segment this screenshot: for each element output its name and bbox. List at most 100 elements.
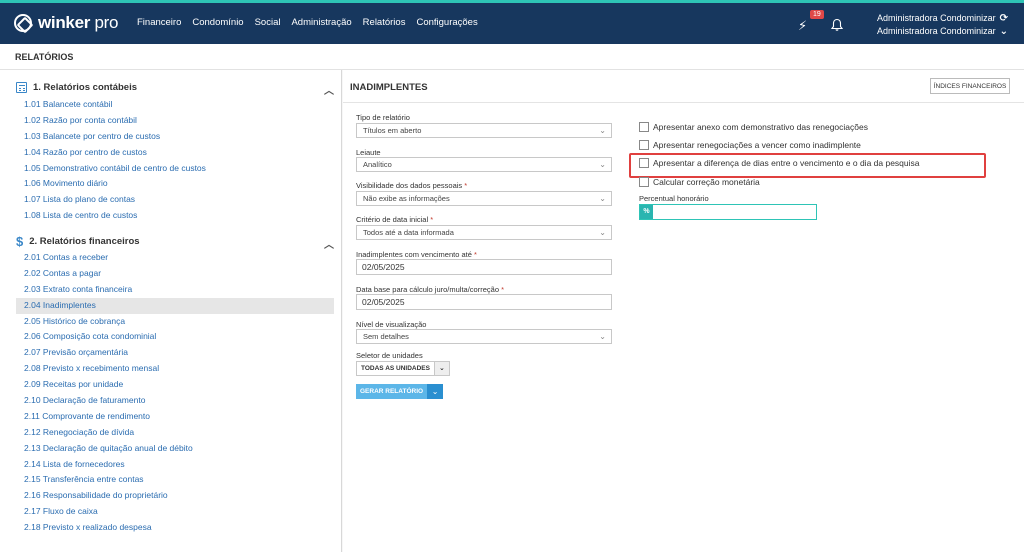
refresh-icon[interactable]: ⟳ <box>1000 12 1008 25</box>
chevron-down-icon[interactable]: ⌄ <box>1000 25 1008 38</box>
criterio-label: Critério de data inicial * <box>356 215 434 224</box>
chevron-down-icon[interactable]: ⌄ <box>427 384 444 399</box>
sidebar-item-2-16[interactable]: 2.16 Responsabilidade do proprietário <box>16 488 334 504</box>
notification-badge: 19 <box>810 10 824 19</box>
sidebar-item-2-15[interactable]: 2.15 Transferência entre contas <box>16 472 334 488</box>
indices-financeiros-button[interactable]: ÍNDICES FINANCEIROS <box>930 78 1010 94</box>
calculator-icon <box>16 82 27 93</box>
main-menu: Financeiro Condomínio Social Administraç… <box>137 17 478 28</box>
dollar-icon: $ <box>16 234 24 249</box>
sidebar-item-1-04[interactable]: 1.04 Razão por centro de custos <box>16 145 334 161</box>
sidebar-item-2-17[interactable]: 2.17 Fluxo de caixa <box>16 504 334 520</box>
page-title: RELATÓRIOS <box>15 52 74 62</box>
user-role: Administradora Condominizar <box>877 26 996 36</box>
sidebar-item-1-06[interactable]: 1.06 Movimento diário <box>16 176 334 192</box>
sidebar-item-2-03[interactable]: 2.03 Extrato conta financeira <box>16 282 334 298</box>
chevron-down-icon: ⌄ <box>599 228 606 237</box>
section-title: 2. Relatórios financeiros <box>29 236 140 247</box>
checkbox-renegociacoes-inadimplente[interactable]: Apresentar renegociações a vencer como i… <box>639 140 861 150</box>
list-relatorios-financeiros: 2.01 Contas a receber 2.02 Contas a paga… <box>16 250 334 536</box>
sidebar-item-2-06[interactable]: 2.06 Composição cota condominial <box>16 329 334 345</box>
section-relatorios-financeiros[interactable]: $ 2. Relatórios financeiros ︿ <box>16 234 334 251</box>
sidebar-item-2-14[interactable]: 2.14 Lista de fornecedores <box>16 457 334 473</box>
gerar-relatorio-button[interactable]: GERAR RELATÓRIO ⌄ <box>356 384 444 399</box>
menu-administracao[interactable]: Administração <box>291 17 351 28</box>
vencimento-label: Inadimplentes com vencimento até * <box>356 250 477 259</box>
visibilidade-select[interactable]: Não exibe as informações ⌄ <box>356 191 612 206</box>
section-relatorios-contabeis[interactable]: 1. Relatórios contábeis ︿ <box>16 82 334 97</box>
tipo-relatorio-label: Tipo de relatório <box>356 113 410 122</box>
divider <box>343 102 1024 103</box>
report-title: INADIMPLENTES <box>350 82 428 93</box>
lightning-icon[interactable]: ⚡ <box>798 18 807 34</box>
menu-social[interactable]: Social <box>255 17 281 28</box>
checkbox[interactable] <box>639 140 649 150</box>
checkbox[interactable] <box>639 177 649 187</box>
list-relatorios-contabeis: 1.01 Balancete contábil 1.02 Razão por c… <box>16 97 334 224</box>
visibilidade-label: Visibilidade dos dados pessoais * <box>356 181 468 190</box>
logo-text: winker <box>38 13 91 32</box>
top-navbar: winker pro Financeiro Condomínio Social … <box>0 0 1024 44</box>
section-title: 1. Relatórios contábeis <box>33 82 138 93</box>
sidebar-item-2-05[interactable]: 2.05 Histórico de cobrança <box>16 314 334 330</box>
sidebar-item-2-12[interactable]: 2.12 Renegociação de dívida <box>16 425 334 441</box>
app-logo[interactable]: winker pro <box>14 13 118 33</box>
sidebar-item-2-09[interactable]: 2.09 Receitas por unidade <box>16 377 334 393</box>
percentual-honorario-label: Percentual honorário <box>639 194 709 203</box>
logo-sub: pro <box>94 13 119 32</box>
visibilidade-value: Não exibe as informações <box>363 194 450 203</box>
data-base-label: Data base para cálculo juro/multa/correç… <box>356 285 505 294</box>
sidebar-item-1-03[interactable]: 1.03 Balancete por centro de custos <box>16 129 334 145</box>
sidebar-item-2-04-active[interactable]: 2.04 Inadimplentes <box>16 297 334 314</box>
checkbox-anexo-renegociacoes[interactable]: Apresentar anexo com demonstrativo das r… <box>639 122 868 132</box>
user-menu[interactable]: Administradora Condominizar ⟳ Administrad… <box>877 12 1008 38</box>
sidebar-item-1-07[interactable]: 1.07 Lista do plano de contas <box>16 192 334 208</box>
chevron-up-icon[interactable]: ︿ <box>324 236 334 251</box>
seletor-unidades-dropdown[interactable]: TODAS AS UNIDADES ⌄ <box>356 361 450 376</box>
checkbox-label: Apresentar renegociações a vencer como i… <box>653 140 861 150</box>
sidebar-item-2-01[interactable]: 2.01 Contas a receber <box>16 250 334 266</box>
bell-icon[interactable] <box>830 18 844 32</box>
menu-configuracoes[interactable]: Configurações <box>416 17 477 28</box>
criterio-value: Todos até a data informada <box>363 228 454 237</box>
sidebar-item-2-10[interactable]: 2.10 Declaração de faturamento <box>16 393 334 409</box>
seletor-value: TODAS AS UNIDADES <box>356 361 435 376</box>
sidebar-item-2-13[interactable]: 2.13 Declaração de quitação anual de déb… <box>16 441 334 457</box>
chevron-down-icon: ⌄ <box>599 194 606 203</box>
sidebar-item-2-02[interactable]: 2.02 Contas a pagar <box>16 266 334 282</box>
seletor-label: Seletor de unidades <box>356 351 423 360</box>
menu-financeiro[interactable]: Financeiro <box>137 17 181 28</box>
data-base-input[interactable]: 02/05/2025 <box>356 294 612 310</box>
sidebar-item-2-11[interactable]: 2.11 Comprovante de rendimento <box>16 409 334 425</box>
page-header: RELATÓRIOS <box>0 44 1024 70</box>
sidebar-item-2-07[interactable]: 2.07 Previsão orçamentária <box>16 345 334 361</box>
tipo-relatorio-select[interactable]: Títulos em aberto ⌄ <box>356 123 612 138</box>
gerar-label: GERAR RELATÓRIO <box>356 384 428 399</box>
sidebar-item-2-18[interactable]: 2.18 Previsto x realizado despesa <box>16 520 334 536</box>
checkbox-correcao-monetaria[interactable]: Calcular correção monetária <box>639 177 760 187</box>
menu-condominio[interactable]: Condomínio <box>192 17 243 28</box>
leiaute-select[interactable]: Analítico ⌄ <box>356 157 612 172</box>
winker-logo-icon <box>14 14 32 32</box>
nivel-select[interactable]: Sem detalhes ⌄ <box>356 329 612 344</box>
chevron-up-icon[interactable]: ︿ <box>324 82 334 97</box>
report-form-panel: INADIMPLENTES ÍNDICES FINANCEIROS Tipo d… <box>343 70 1024 552</box>
chevron-down-icon[interactable]: ⌄ <box>434 361 450 376</box>
user-name: Administradora Condominizar <box>877 13 996 23</box>
sidebar-item-2-08[interactable]: 2.08 Previsto x recebimento mensal <box>16 361 334 377</box>
checkbox-label: Calcular correção monetária <box>653 177 760 187</box>
chevron-down-icon: ⌄ <box>599 126 606 135</box>
checkbox[interactable] <box>639 122 649 132</box>
sidebar-item-1-01[interactable]: 1.01 Balancete contábil <box>16 97 334 113</box>
highlight-box <box>629 153 986 178</box>
sidebar-item-1-08[interactable]: 1.08 Lista de centro de custos <box>16 208 334 224</box>
leiaute-label: Leiaute <box>356 148 381 157</box>
sidebar-item-1-02[interactable]: 1.02 Razão por conta contábil <box>16 113 334 129</box>
criterio-select[interactable]: Todos até a data informada ⌄ <box>356 225 612 240</box>
sidebar-item-1-05[interactable]: 1.05 Demonstrativo contábil de centro de… <box>16 161 334 177</box>
percentual-honorario-input[interactable]: % <box>639 204 817 220</box>
chevron-down-icon: ⌄ <box>599 160 606 169</box>
vencimento-input[interactable]: 02/05/2025 <box>356 259 612 275</box>
nivel-label: Nível de visualização <box>356 320 427 329</box>
menu-relatorios[interactable]: Relatórios <box>363 17 406 28</box>
